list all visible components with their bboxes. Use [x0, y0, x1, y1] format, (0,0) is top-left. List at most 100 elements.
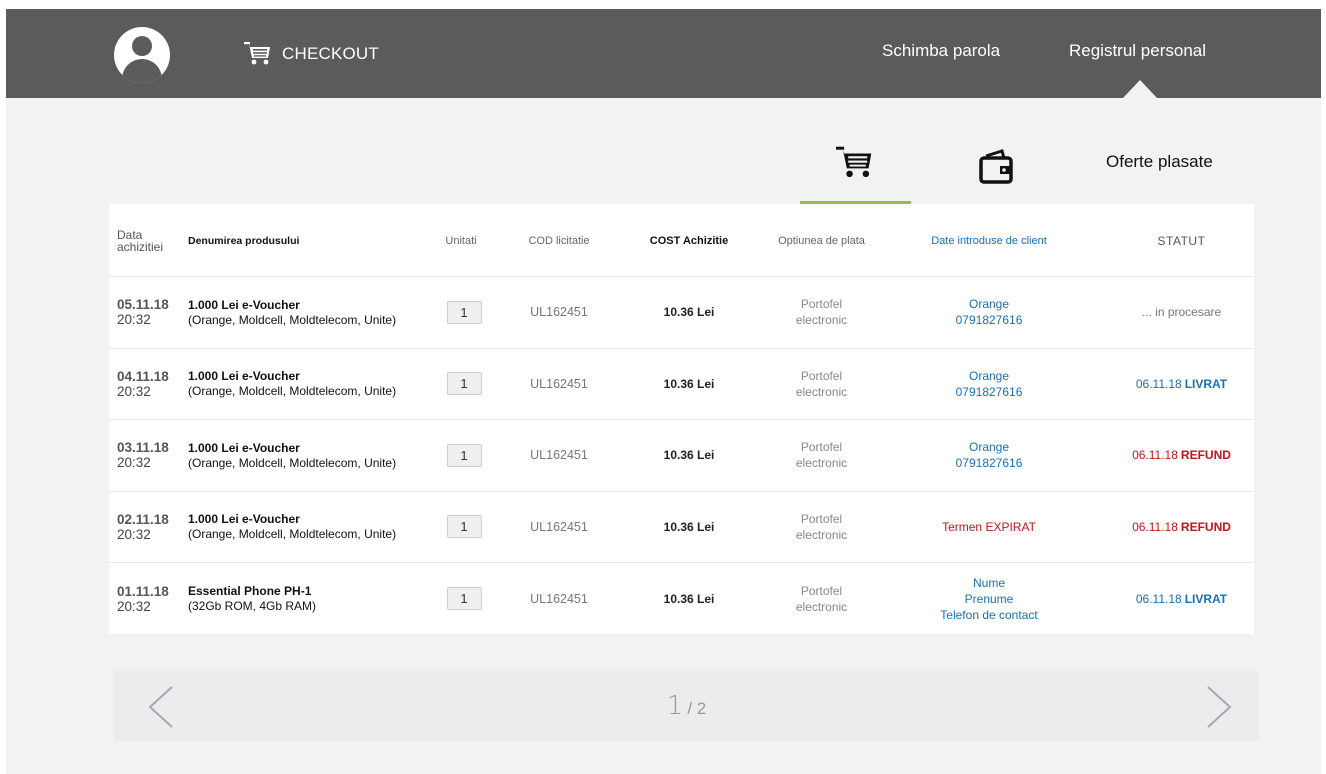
product-name: Essential Phone PH-1	[188, 584, 312, 599]
product-detail: (32Gb ROM, 4Gb RAM)	[188, 599, 317, 614]
status-cell: 06.11.18 LIVRAT	[1109, 349, 1254, 420]
col-header-cod: COD licitatie	[528, 234, 590, 247]
status-date: 06.11.18	[1132, 448, 1178, 463]
purchase-date: 03.11.18	[117, 440, 169, 456]
table-row: 04.11.18 20:32 1.000 Lei e-Voucher (Oran…	[109, 349, 1254, 420]
client-data-line1: Orange	[968, 440, 1010, 455]
status-badge: LIVRAT	[1184, 591, 1228, 606]
pagination: 1 / 2	[114, 671, 1259, 741]
orders-table: Data achizitiei Denumirea produsului Uni…	[109, 204, 1254, 634]
table-row: 01.11.18 20:32 Essential Phone PH-1 (32G…	[109, 563, 1254, 635]
col-header-client-data: Date introduse de client	[931, 234, 1047, 247]
page-indicator: 1 / 2	[114, 671, 1259, 741]
auction-code: UL162451	[530, 305, 588, 320]
product-cell: Essential Phone PH-1 (32Gb ROM, 4Gb RAM)	[188, 563, 428, 635]
status-date: 06.11.18	[1135, 376, 1182, 391]
status-date: 06.11.18	[1135, 591, 1182, 606]
shopping-cart-icon	[244, 42, 270, 65]
checkout-label: CHECKOUT	[282, 44, 379, 63]
active-nav-indicator	[1123, 80, 1157, 98]
client-data-line2: 0791827616	[955, 384, 1023, 399]
payment-option-cell: Portofel electronic	[759, 277, 884, 348]
purchase-time: 20:32	[117, 598, 151, 614]
quantity-field[interactable]: 1	[446, 300, 482, 324]
auction-code: UL162451	[530, 519, 588, 534]
purchase-cost: 10.36 Lei	[663, 519, 715, 534]
client-data-cell: Orange 0791827616	[909, 420, 1069, 491]
payment-option-cell: Portofel electronic	[759, 492, 884, 563]
auction-code: UL162451	[530, 591, 588, 606]
col-header-date: Data achizitiei	[117, 227, 164, 254]
product-cell: 1.000 Lei e-Voucher (Orange, Moldcell, M…	[188, 492, 428, 563]
wallet-icon	[979, 149, 1013, 184]
table-header: Data achizitiei Denumirea produsului Uni…	[109, 204, 1254, 277]
purchase-cost: 10.36 Lei	[663, 448, 715, 463]
col-header-status: STATUT	[1157, 233, 1206, 248]
units-cell: 1	[446, 563, 482, 635]
units-cell: 1	[446, 420, 482, 491]
units-cell: 1	[446, 492, 482, 563]
quantity-field[interactable]: 1	[446, 443, 482, 467]
payment-option-cell: Portofel electronic	[759, 420, 884, 491]
product-detail: (Orange, Moldcell, Moldtelecom, Unite)	[188, 527, 397, 542]
purchase-cost: 10.36 Lei	[663, 376, 715, 391]
client-data-line1: Termen EXPIRAT	[942, 519, 1036, 534]
status-badge: REFUND	[1180, 448, 1231, 463]
tab-cart[interactable]	[800, 137, 911, 205]
purchase-cost: 10.36 Lei	[663, 591, 715, 606]
payment-option-line1: Portofel	[800, 511, 843, 526]
status-badge: ... in procesare	[1141, 305, 1222, 320]
product-cell: 1.000 Lei e-Voucher (Orange, Moldcell, M…	[188, 420, 428, 491]
page-frame: CHECKOUT Schimba parola Registrul person…	[6, 9, 1321, 774]
product-name: 1.000 Lei e-Voucher	[188, 512, 300, 527]
payment-option-line2: electronic	[795, 313, 848, 328]
tab-placed-offers[interactable]: Oferte plasate	[1106, 152, 1213, 172]
product-name: 1.000 Lei e-Voucher	[188, 440, 300, 455]
client-data-line1: Orange	[968, 368, 1010, 383]
client-data-cell: Termen EXPIRAT	[909, 492, 1069, 563]
tab-wallet[interactable]	[976, 146, 1016, 186]
purchase-date-cell: 01.11.18 20:32	[117, 563, 182, 635]
payment-option-line1: Portofel	[800, 297, 843, 312]
checkout-link[interactable]: CHECKOUT	[244, 39, 379, 69]
purchase-date: 04.11.18	[117, 368, 169, 384]
chevron-right-icon[interactable]	[1204, 685, 1234, 729]
nav-change-password[interactable]: Schimba parola	[882, 41, 1000, 61]
auction-code: UL162451	[530, 376, 588, 391]
payment-option-cell: Portofel electronic	[759, 563, 884, 635]
top-navigation-bar: CHECKOUT Schimba parola Registrul person…	[6, 9, 1321, 98]
payment-option-line1: Portofel	[800, 583, 843, 598]
quantity-field[interactable]: 1	[446, 372, 482, 396]
payment-option-line2: electronic	[795, 384, 848, 399]
nav-personal-register[interactable]: Registrul personal	[1069, 41, 1206, 61]
client-data-line2: 0791827616	[955, 456, 1023, 471]
product-detail: (Orange, Moldcell, Moldtelecom, Unite)	[188, 455, 397, 470]
status-date: 06.11.18	[1132, 519, 1178, 534]
product-cell: 1.000 Lei e-Voucher (Orange, Moldcell, M…	[188, 277, 428, 348]
quantity-field[interactable]: 1	[446, 515, 482, 539]
status-badge: LIVRAT	[1184, 376, 1228, 391]
client-data-line1: Orange	[968, 297, 1010, 312]
auction-code: UL162451	[530, 448, 588, 463]
table-row: 05.11.18 20:32 1.000 Lei e-Voucher (Oran…	[109, 277, 1254, 349]
product-detail: (Orange, Moldcell, Moldtelecom, Unite)	[188, 384, 397, 399]
col-header-units: Unitati	[445, 234, 477, 247]
purchase-time: 20:32	[117, 383, 151, 399]
purchase-time: 20:32	[117, 312, 151, 328]
status-cell: 06.11.18 REFUND	[1109, 420, 1254, 491]
product-name: 1.000 Lei e-Voucher	[188, 369, 300, 384]
payment-option-line1: Portofel	[800, 368, 843, 383]
purchase-time: 20:32	[117, 526, 151, 542]
table-row: 02.11.18 20:32 1.000 Lei e-Voucher (Oran…	[109, 492, 1254, 563]
product-detail: (Orange, Moldcell, Moldtelecom, Unite)	[188, 312, 397, 327]
shopping-cart-icon	[836, 146, 872, 178]
current-page: 1	[666, 691, 684, 721]
purchase-date-cell: 03.11.18 20:32	[117, 420, 182, 491]
status-cell: ... in procesare	[1109, 277, 1254, 348]
client-data-cell: Nume Prenume Telefon de contact	[909, 563, 1069, 635]
user-avatar-icon[interactable]	[114, 27, 170, 83]
purchase-date-cell: 02.11.18 20:32	[117, 492, 182, 563]
table-row: 03.11.18 20:32 1.000 Lei e-Voucher (Oran…	[109, 420, 1254, 492]
purchase-cost: 10.36 Lei	[663, 305, 715, 320]
quantity-field[interactable]: 1	[446, 587, 482, 611]
